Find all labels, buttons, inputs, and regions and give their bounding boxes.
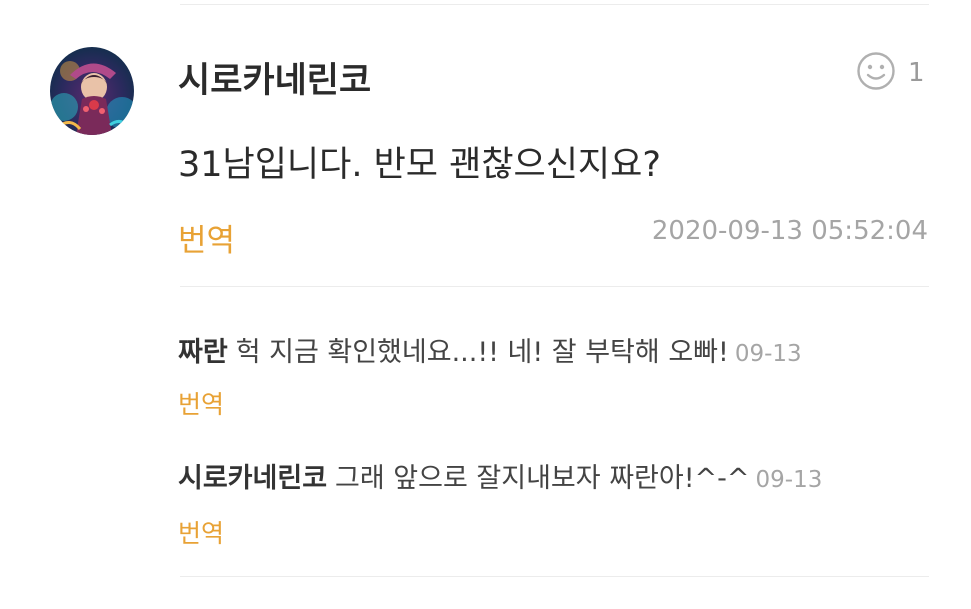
bottom-divider [180,576,929,577]
smiley-face-icon [856,51,896,95]
reply-text: 그래 앞으로 잘지내보자 짜란아!^-^ [335,463,750,494]
avatar-image [50,47,134,135]
comment-text: 31남입니다. 반모 괜찮으신지요? [178,145,661,185]
translate-button[interactable]: 번역 [178,215,235,260]
reply-time: 09-13 [755,467,823,493]
like-count: 1 [908,58,925,88]
reply-translate-button[interactable]: 번역 [178,385,224,421]
comment-timestamp: 2020-09-13 05:52:04 [651,216,928,246]
reply-author[interactable]: 시로카네린코 [178,463,327,494]
reply-time: 09-13 [734,341,802,367]
reply-item: 짜란 헉 지금 확인했네요...!! 네! 잘 부탁해 오빠! 09-13 [178,330,802,369]
reply-item: 시로카네린코 그래 앞으로 잘지내보자 짜란아!^-^ 09-13 [178,456,822,495]
reply-text: 헉 지금 확인했네요...!! 네! 잘 부탁해 오빠! [235,337,729,368]
reply-author[interactable]: 짜란 [178,337,228,368]
like-button[interactable]: 1 [856,52,925,94]
reply-translate-button[interactable]: 번역 [178,514,224,550]
avatar[interactable] [50,47,134,135]
comment-author[interactable]: 시로카네린코 [178,52,371,103]
replies-divider [180,286,929,287]
top-divider [180,4,929,5]
